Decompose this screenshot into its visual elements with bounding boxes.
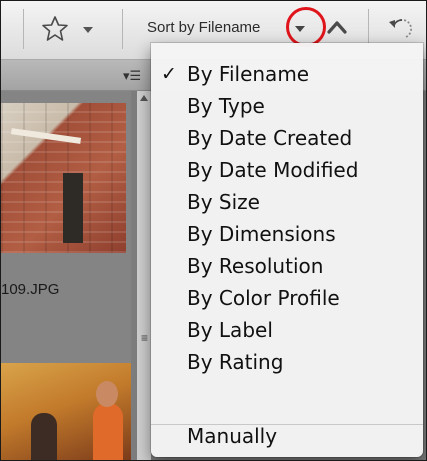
menu-item-label: By Filename [187, 62, 310, 86]
resize-grip-icon[interactable]: ≡ [141, 331, 148, 345]
menu-item-by-dimensions[interactable]: By Dimensions [151, 217, 423, 251]
star-icon [42, 16, 68, 41]
thumbnail-filename: 109.JPG [1, 281, 60, 298]
menu-item-manually[interactable]: Manually [151, 419, 423, 453]
thumbnail-detail [96, 381, 118, 407]
menu-item-by-type[interactable]: By Type [151, 89, 423, 123]
chevron-up-icon [327, 21, 347, 34]
thumbnail-detail [93, 403, 123, 460]
menu-item-label: By Dimensions [187, 222, 336, 246]
thumbnail-detail [63, 173, 83, 243]
highlight-circle [286, 7, 326, 47]
rating-filter-button[interactable] [41, 15, 101, 43]
sort-by-label[interactable]: Sort by Filename [147, 19, 281, 36]
menu-item-by-color-profile[interactable]: By Color Profile [151, 281, 423, 315]
content-panel: 109.JPG [1, 91, 131, 460]
menu-item-label: By Rating [187, 350, 284, 374]
menu-item-by-date-created[interactable]: By Date Created [151, 121, 423, 155]
menu-item-label: By Label [187, 318, 273, 342]
thumbnail-image[interactable] [1, 363, 131, 460]
menu-item-label: By Resolution [187, 254, 324, 278]
menu-item-label: By Size [187, 190, 260, 214]
menu-item-by-filename[interactable]: ✓ By Filename [151, 57, 423, 91]
thumbnail-detail [10, 128, 82, 144]
menu-item-by-label[interactable]: By Label [151, 313, 423, 347]
chevron-down-icon [83, 27, 93, 33]
toolbar-separator [122, 9, 123, 49]
menu-item-by-rating[interactable]: By Rating [151, 345, 423, 379]
menu-item-label: By Type [187, 94, 265, 118]
menu-item-label: Manually [187, 424, 278, 448]
menu-item-label: By Date Created [187, 126, 353, 150]
menu-item-label: By Date Modified [187, 158, 359, 182]
menu-item-label: By Color Profile [187, 286, 340, 310]
thumbnail-detail [31, 413, 57, 460]
list-view-icon[interactable]: ▾☰ [123, 68, 141, 84]
rotate-icon [389, 18, 413, 38]
menu-item-by-resolution[interactable]: By Resolution [151, 249, 423, 283]
toolbar-separator [23, 9, 24, 49]
sort-ascending-button[interactable] [326, 17, 348, 42]
thumbnail-image[interactable] [1, 103, 126, 253]
checkmark-icon: ✓ [161, 63, 177, 85]
scroll-up-arrow-icon[interactable] [140, 95, 148, 101]
vertical-scrollbar[interactable] [137, 91, 151, 460]
window: Sort by Filename ▾☰ 109.JPG ≡ ✓ By Filen… [0, 0, 427, 461]
sort-menu: ✓ By Filename By Type By Date Created By… [151, 43, 423, 457]
menu-item-by-size[interactable]: By Size [151, 185, 423, 219]
menu-item-by-date-modified[interactable]: By Date Modified [151, 153, 423, 187]
